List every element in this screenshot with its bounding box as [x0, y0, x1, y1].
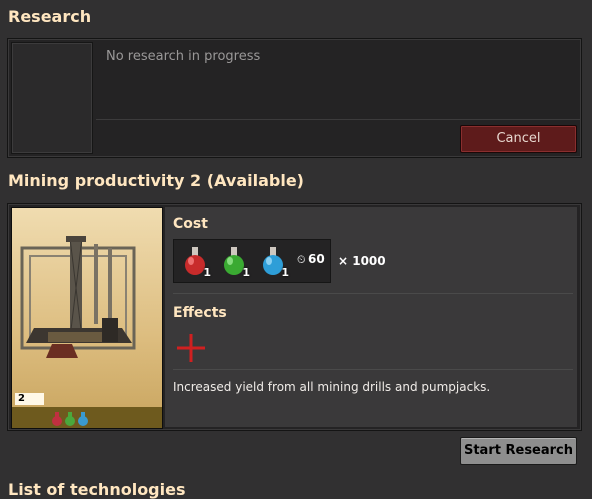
- plus-icon: [177, 334, 205, 362]
- research-heading: Research: [8, 7, 92, 26]
- automation-pack-amount: 1: [203, 266, 211, 279]
- research-icon-slot: [11, 42, 93, 154]
- technology-pack-strip: [12, 407, 162, 428]
- science-packs-mini-icon: [52, 412, 88, 426]
- mining-drill-icon: [20, 236, 136, 358]
- chemical-pack-amount: 1: [281, 266, 289, 279]
- technology-heading: Mining productivity 2 (Available): [8, 171, 304, 190]
- research-status-text: No research in progress: [106, 49, 261, 64]
- research-time: 60: [308, 252, 325, 266]
- technology-icon-card[interactable]: 2: [11, 207, 163, 429]
- research-unit-count: × 1000: [338, 254, 386, 268]
- logistic-pack-amount: 1: [242, 266, 250, 279]
- technology-list-heading: List of technologies: [8, 480, 186, 499]
- research-progress-area: [96, 119, 580, 120]
- technology-panel: 2 Cost 1 1 1 ⏲ 60 × 1000 Effects Increas…: [7, 203, 582, 431]
- cost-row: 1 1 1 ⏲ 60: [173, 239, 331, 283]
- technology-details: Cost 1 1 1 ⏲ 60 × 1000 Effects Increased…: [165, 207, 577, 427]
- cost-effects-divider: [173, 293, 573, 294]
- technology-description: Increased yield from all mining drills a…: [173, 380, 491, 394]
- mining-productivity-effect[interactable]: [175, 332, 207, 364]
- technology-level-badge: 2: [15, 393, 44, 405]
- logistic-science-pack-slot[interactable]: 1: [216, 243, 252, 279]
- clock-icon: ⏲: [297, 253, 306, 266]
- automation-science-pack-slot[interactable]: 1: [177, 243, 213, 279]
- cost-heading: Cost: [173, 216, 208, 232]
- start-research-button[interactable]: Start Research: [460, 437, 577, 465]
- effects-heading: Effects: [173, 305, 227, 321]
- chemical-science-pack-slot[interactable]: 1: [255, 243, 291, 279]
- effects-description-divider: [173, 369, 573, 370]
- cancel-button[interactable]: Cancel: [460, 125, 577, 153]
